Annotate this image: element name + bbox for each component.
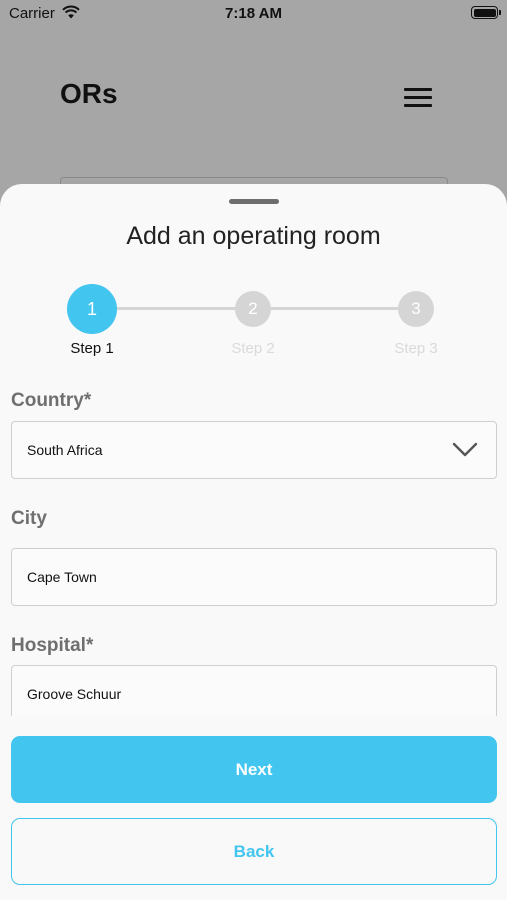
hospital-label: Hospital* — [11, 635, 94, 656]
step-3-circle: 3 — [398, 291, 434, 327]
country-select[interactable]: South Africa — [11, 421, 497, 479]
next-button[interactable]: Next — [11, 736, 497, 803]
step-3-label: Step 3 — [394, 340, 438, 357]
status-time: 7:18 AM — [225, 5, 282, 22]
city-label: City — [11, 508, 47, 529]
hospital-value: Groove Schuur — [27, 686, 122, 702]
country-value: South Africa — [27, 442, 103, 458]
status-bar: Carrier 7:18 AM — [0, 0, 507, 28]
sheet-drag-handle[interactable] — [229, 199, 279, 204]
country-label: Country* — [11, 390, 92, 411]
hospital-input[interactable]: Groove Schuur — [11, 665, 497, 716]
city-input[interactable]: Cape Town — [11, 548, 497, 606]
bottom-sheet: Add an operating room 1 2 3 Step 1 Step … — [0, 184, 507, 900]
step-1-label: Step 1 — [70, 340, 114, 357]
battery-icon — [471, 6, 501, 19]
city-value: Cape Town — [27, 569, 97, 585]
screen: Carrier 7:18 AM ORs Add an operating roo… — [0, 0, 507, 900]
menu-icon[interactable] — [404, 88, 432, 108]
back-button[interactable]: Back — [11, 818, 497, 885]
step-1-circle: 1 — [67, 284, 117, 334]
step-2-circle: 2 — [235, 291, 271, 327]
stepper: 1 2 3 Step 1 Step 2 Step 3 — [0, 284, 507, 364]
step-connector — [253, 307, 416, 310]
sheet-title: Add an operating room — [126, 222, 381, 250]
page-title: ORs — [60, 78, 118, 109]
chevron-down-icon[interactable] — [452, 442, 478, 458]
form-scroll-area[interactable]: Country* South Africa City Cape Town Hos… — [0, 384, 507, 716]
step-2-label: Step 2 — [231, 340, 275, 357]
